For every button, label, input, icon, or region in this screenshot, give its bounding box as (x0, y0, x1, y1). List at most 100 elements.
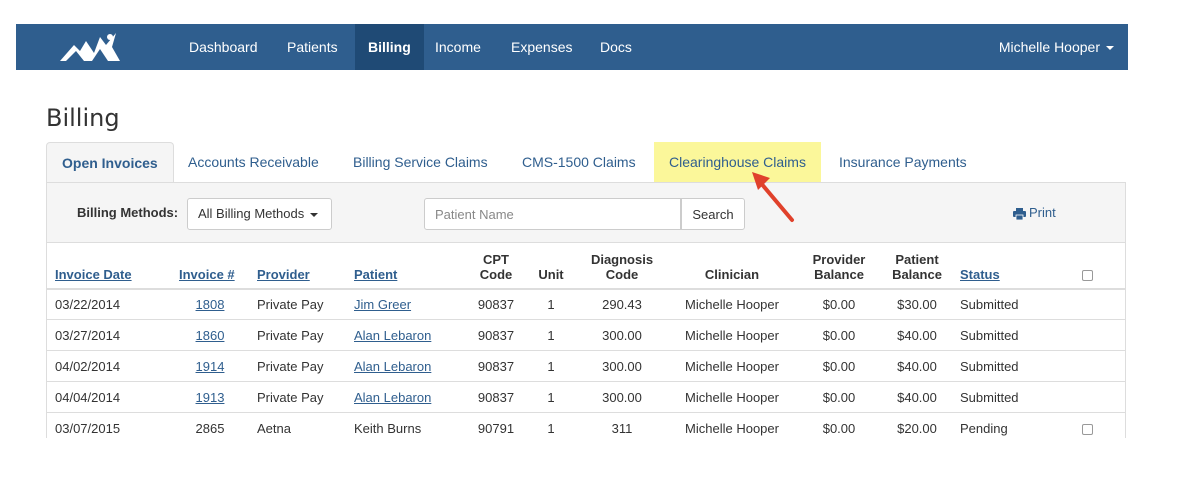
col-cpt-code: CPT Code (466, 242, 526, 290)
invoices-table: Invoice Date Invoice # Provider Patient … (47, 242, 1125, 438)
cell-provider-balance: $0.00 (796, 412, 882, 438)
cell-patient-balance: $40.00 (882, 319, 952, 351)
cell-provider: Private Pay (249, 288, 346, 320)
table-row: 03/27/2014 1860 Private Pay Alan Lebaron… (47, 319, 1125, 351)
cell-patient-balance: $40.00 (882, 350, 952, 382)
col-cpt-line1: CPT (483, 251, 509, 267)
nav-income[interactable]: Income (422, 24, 494, 70)
page-title: Billing (46, 104, 120, 132)
col-patb-line2: Balance (892, 266, 942, 282)
cell-invoice-date: 03/22/2014 (47, 288, 171, 320)
table-row: 04/04/2014 1913 Private Pay Alan Lebaron… (47, 381, 1125, 413)
col-select-all (1047, 242, 1125, 290)
nav-expenses[interactable]: Expenses (498, 24, 585, 70)
cell-provider-balance: $0.00 (796, 350, 882, 382)
select-all-checkbox[interactable] (1081, 269, 1093, 281)
tab-clearinghouse-claims[interactable]: Clearinghouse Claims (654, 142, 821, 182)
invoice-link[interactable]: 1808 (196, 297, 225, 312)
table-header-row: Invoice Date Invoice # Provider Patient … (47, 242, 1125, 290)
cell-provider-balance: $0.00 (796, 381, 882, 413)
col-provider[interactable]: Provider (249, 242, 346, 290)
tab-open-invoices[interactable]: Open Invoices (46, 142, 174, 183)
print-label: Print (1029, 205, 1056, 220)
col-invoice-number[interactable]: Invoice # (171, 242, 249, 290)
cell-diagnosis: 300.00 (576, 319, 668, 351)
invoice-link[interactable]: 1860 (196, 328, 225, 343)
tab-cms-1500-claims[interactable]: CMS-1500 Claims (507, 142, 651, 182)
cell-provider-balance: $0.00 (796, 319, 882, 351)
cell-unit: 1 (526, 381, 576, 413)
billing-toolbar: Billing Methods: All Billing Methods Sea… (46, 182, 1126, 242)
cell-invoice-number: 2865 (171, 412, 249, 438)
invoice-link[interactable]: 1914 (196, 359, 225, 374)
invoice-link[interactable]: 1913 (196, 390, 225, 405)
patient-link[interactable]: Alan Lebaron (354, 390, 431, 405)
col-cpt-line2: Code (479, 266, 513, 282)
tab-insurance-payments[interactable]: Insurance Payments (824, 142, 982, 182)
cell-unit: 1 (526, 350, 576, 382)
col-provider-balance: Provider Balance (796, 242, 882, 290)
user-menu[interactable]: Michelle Hooper (999, 24, 1114, 70)
cell-clinician: Michelle Hooper (668, 381, 796, 413)
cell-clinician: Michelle Hooper (668, 288, 796, 320)
caret-down-icon (310, 212, 319, 217)
cell-diagnosis: 300.00 (576, 350, 668, 382)
cell-cpt: 90837 (466, 288, 526, 320)
logo-icon[interactable] (56, 31, 128, 63)
print-button[interactable]: Print (1013, 205, 1056, 220)
cell-patient-balance: $20.00 (882, 412, 952, 438)
cell-status: Submitted (952, 350, 1047, 382)
col-diag-line2: Code (605, 266, 639, 282)
billing-methods-select[interactable]: All Billing Methods (187, 198, 332, 230)
nav-billing[interactable]: Billing (355, 24, 424, 70)
cell-invoice-date: 03/27/2014 (47, 319, 171, 351)
table-row: 04/02/2014 1914 Private Pay Alan Lebaron… (47, 350, 1125, 382)
row-checkbox[interactable] (1081, 423, 1093, 435)
invoices-table-container: Invoice Date Invoice # Provider Patient … (46, 242, 1126, 438)
nav-docs[interactable]: Docs (587, 24, 645, 70)
cell-patient-balance: $30.00 (882, 288, 952, 320)
nav-dashboard[interactable]: Dashboard (176, 24, 271, 70)
cell-cpt: 90837 (466, 350, 526, 382)
search-button[interactable]: Search (681, 198, 745, 230)
col-status[interactable]: Status (952, 242, 1047, 290)
col-pb-line1: Provider (812, 251, 866, 267)
patient-link[interactable]: Alan Lebaron (354, 328, 431, 343)
cell-invoice-date: 04/04/2014 (47, 381, 171, 413)
cell-unit: 1 (526, 288, 576, 320)
patient-link[interactable]: Alan Lebaron (354, 359, 431, 374)
col-invoice-date[interactable]: Invoice Date (47, 242, 171, 290)
tab-accounts-receivable[interactable]: Accounts Receivable (173, 142, 334, 182)
cell-cpt: 90791 (466, 412, 526, 438)
top-navbar: Dashboard Patients Billing Income Expens… (16, 24, 1128, 70)
col-pb-line2: Balance (814, 266, 864, 282)
cell-invoice-date: 04/02/2014 (47, 350, 171, 382)
cell-diagnosis: 290.43 (576, 288, 668, 320)
caret-down-icon (1106, 46, 1114, 51)
patient-link[interactable]: Jim Greer (354, 297, 411, 312)
cell-diagnosis: 300.00 (576, 381, 668, 413)
user-name: Michelle Hooper (998, 39, 1100, 55)
col-patient[interactable]: Patient (346, 242, 466, 290)
cell-patient: Keith Burns (346, 412, 466, 438)
printer-icon (1013, 207, 1026, 220)
tab-billing-service-claims[interactable]: Billing Service Claims (338, 142, 503, 182)
cell-provider: Private Pay (249, 381, 346, 413)
billing-methods-label: Billing Methods: (77, 205, 179, 220)
cell-provider: Private Pay (249, 350, 346, 382)
cell-cpt: 90837 (466, 381, 526, 413)
col-clinician: Clinician (668, 242, 796, 290)
cell-status: Submitted (952, 319, 1047, 351)
cell-clinician: Michelle Hooper (668, 412, 796, 438)
billing-tabs: Open Invoices Accounts Receivable Billin… (46, 142, 1126, 183)
cell-unit: 1 (526, 319, 576, 351)
cell-status: Pending (952, 412, 1047, 438)
col-diag-line1: Diagnosis (590, 251, 654, 267)
cell-clinician: Michelle Hooper (668, 319, 796, 351)
nav-patients[interactable]: Patients (274, 24, 351, 70)
billing-methods-value: All Billing Methods (198, 206, 305, 221)
col-patient-balance: Patient Balance (882, 242, 952, 290)
cell-unit: 1 (526, 412, 576, 438)
cell-provider: Aetna (249, 412, 346, 438)
patient-name-input[interactable] (424, 198, 681, 230)
